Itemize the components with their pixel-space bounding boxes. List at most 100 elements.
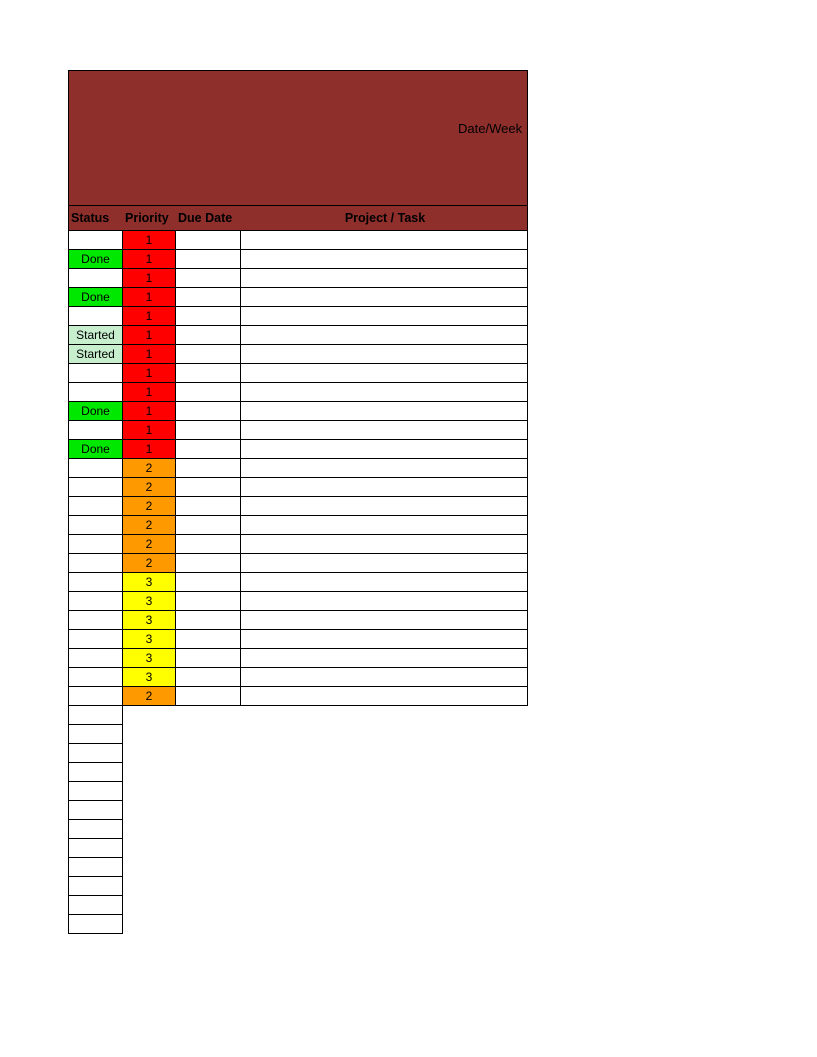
table-row[interactable] (68, 801, 123, 820)
project-task-cell[interactable] (240, 459, 528, 478)
project-task-cell[interactable] (240, 307, 528, 326)
status-cell[interactable]: Done (68, 250, 122, 269)
table-row[interactable]: 3 (68, 611, 528, 630)
status-cell[interactable]: Started (68, 345, 122, 364)
status-cell[interactable] (68, 497, 122, 516)
due-date-cell[interactable] (175, 573, 240, 592)
table-row[interactable] (68, 820, 123, 839)
table-row[interactable] (68, 725, 123, 744)
due-date-cell[interactable] (175, 592, 240, 611)
status-cell[interactable] (68, 611, 122, 630)
priority-cell[interactable]: 1 (122, 421, 175, 440)
table-row[interactable] (68, 706, 123, 725)
project-task-cell[interactable] (240, 269, 528, 288)
status-cell[interactable] (68, 535, 122, 554)
status-cell[interactable] (68, 839, 123, 858)
priority-cell[interactable]: 2 (122, 535, 175, 554)
status-cell[interactable] (68, 915, 123, 934)
project-task-cell[interactable] (240, 687, 528, 706)
table-row[interactable]: Done1 (68, 250, 528, 269)
table-row[interactable] (68, 839, 123, 858)
due-date-cell[interactable] (175, 326, 240, 345)
table-row[interactable] (68, 877, 123, 896)
project-task-cell[interactable] (240, 478, 528, 497)
table-row[interactable]: Done1 (68, 288, 528, 307)
project-task-cell[interactable] (240, 516, 528, 535)
status-cell[interactable] (68, 231, 122, 250)
project-task-cell[interactable] (240, 231, 528, 250)
status-cell[interactable] (68, 725, 123, 744)
priority-cell[interactable]: 1 (122, 288, 175, 307)
status-cell[interactable] (68, 801, 123, 820)
project-task-cell[interactable] (240, 668, 528, 687)
priority-cell[interactable]: 2 (122, 687, 175, 706)
table-row[interactable]: 2 (68, 478, 528, 497)
due-date-cell[interactable] (175, 231, 240, 250)
project-task-cell[interactable] (240, 421, 528, 440)
status-cell[interactable] (68, 307, 122, 326)
priority-cell[interactable]: 3 (122, 630, 175, 649)
priority-cell[interactable]: 2 (122, 478, 175, 497)
table-row[interactable]: 3 (68, 630, 528, 649)
status-cell[interactable]: Done (68, 288, 122, 307)
priority-cell[interactable]: 3 (122, 611, 175, 630)
status-cell[interactable] (68, 668, 122, 687)
priority-cell[interactable]: 1 (122, 345, 175, 364)
due-date-cell[interactable] (175, 269, 240, 288)
due-date-cell[interactable] (175, 345, 240, 364)
project-task-cell[interactable] (240, 535, 528, 554)
due-date-cell[interactable] (175, 516, 240, 535)
project-task-cell[interactable] (240, 592, 528, 611)
status-cell[interactable] (68, 877, 123, 896)
project-task-cell[interactable] (240, 402, 528, 421)
due-date-cell[interactable] (175, 630, 240, 649)
status-cell[interactable] (68, 782, 123, 801)
project-task-cell[interactable] (240, 649, 528, 668)
status-cell[interactable] (68, 459, 122, 478)
table-row[interactable]: 1 (68, 421, 528, 440)
status-cell[interactable] (68, 763, 123, 782)
status-cell[interactable] (68, 858, 123, 877)
table-row[interactable]: 3 (68, 649, 528, 668)
priority-cell[interactable]: 1 (122, 307, 175, 326)
due-date-cell[interactable] (175, 364, 240, 383)
due-date-cell[interactable] (175, 440, 240, 459)
project-task-cell[interactable] (240, 611, 528, 630)
priority-cell[interactable]: 1 (122, 364, 175, 383)
table-row[interactable]: Started1 (68, 345, 528, 364)
priority-cell[interactable]: 1 (122, 250, 175, 269)
status-cell[interactable] (68, 649, 122, 668)
due-date-cell[interactable] (175, 535, 240, 554)
priority-cell[interactable]: 2 (122, 554, 175, 573)
table-row[interactable]: 2 (68, 459, 528, 478)
table-row[interactable]: 1 (68, 269, 528, 288)
due-date-cell[interactable] (175, 554, 240, 573)
table-row[interactable] (68, 896, 123, 915)
priority-cell[interactable]: 2 (122, 459, 175, 478)
project-task-cell[interactable] (240, 554, 528, 573)
table-row[interactable]: 1 (68, 364, 528, 383)
priority-cell[interactable]: 3 (122, 573, 175, 592)
priority-cell[interactable]: 1 (122, 231, 175, 250)
project-task-cell[interactable] (240, 364, 528, 383)
table-row[interactable] (68, 782, 123, 801)
project-task-cell[interactable] (240, 383, 528, 402)
priority-cell[interactable]: 1 (122, 269, 175, 288)
table-row[interactable] (68, 744, 123, 763)
priority-cell[interactable]: 1 (122, 326, 175, 345)
status-cell[interactable] (68, 554, 122, 573)
project-task-cell[interactable] (240, 250, 528, 269)
table-row[interactable]: 1 (68, 383, 528, 402)
table-row[interactable]: 1 (68, 231, 528, 250)
priority-cell[interactable]: 1 (122, 440, 175, 459)
priority-cell[interactable]: 1 (122, 383, 175, 402)
table-row[interactable]: 2 (68, 687, 528, 706)
status-cell[interactable] (68, 478, 122, 497)
due-date-cell[interactable] (175, 402, 240, 421)
due-date-cell[interactable] (175, 611, 240, 630)
project-task-cell[interactable] (240, 497, 528, 516)
project-task-cell[interactable] (240, 345, 528, 364)
priority-cell[interactable]: 3 (122, 668, 175, 687)
priority-cell[interactable]: 2 (122, 516, 175, 535)
table-row[interactable]: 3 (68, 573, 528, 592)
